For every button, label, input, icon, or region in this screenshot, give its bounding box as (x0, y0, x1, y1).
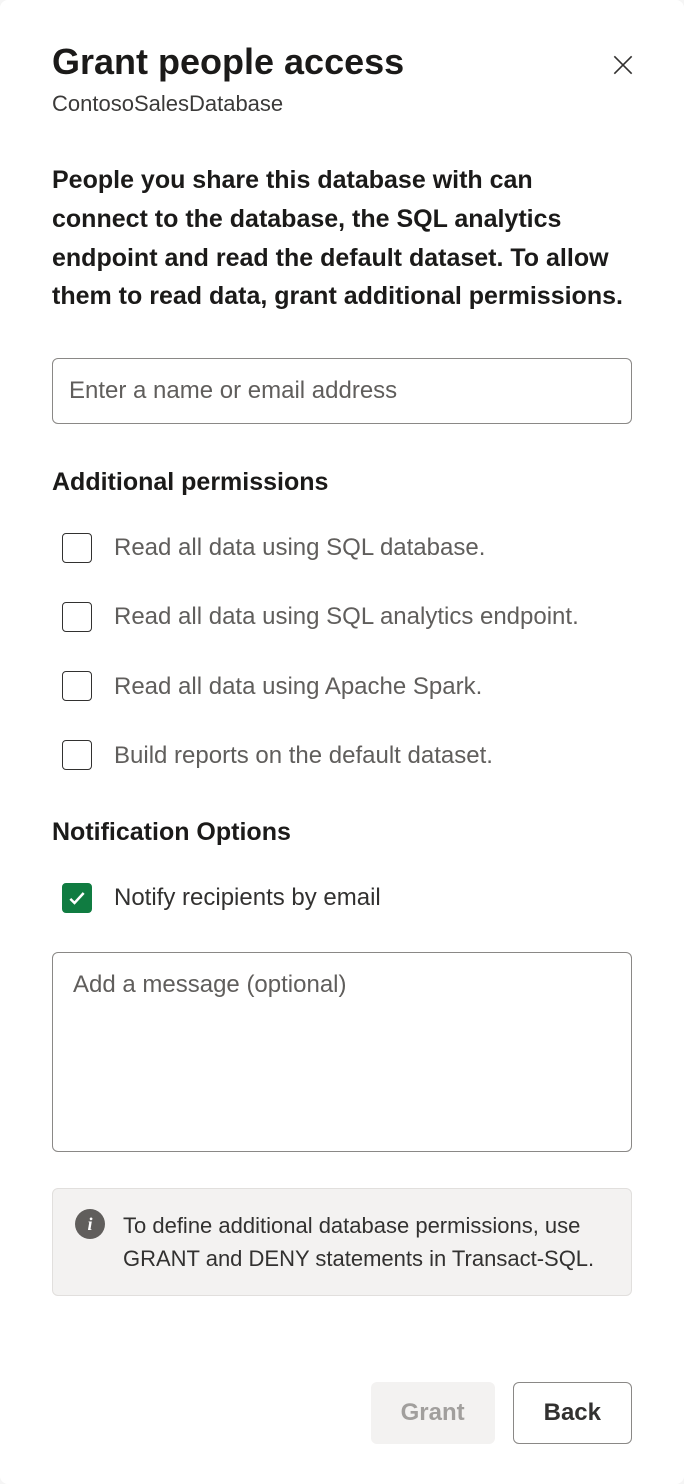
checkbox-icon (62, 602, 92, 632)
permission-item-apache-spark[interactable]: Read all data using Apache Spark. (52, 668, 632, 705)
dialog-subtitle: ContosoSalesDatabase (52, 91, 404, 117)
back-button[interactable]: Back (513, 1382, 632, 1444)
permission-item-sql-database[interactable]: Read all data using SQL database. (52, 529, 632, 566)
checkbox-label: Notify recipients by email (114, 879, 381, 916)
close-icon (610, 52, 636, 78)
checkmark-icon (67, 888, 87, 908)
permissions-heading: Additional permissions (52, 468, 632, 497)
checkbox-label: Read all data using SQL analytics endpoi… (114, 598, 579, 635)
close-button[interactable] (606, 48, 640, 85)
dialog-title: Grant people access (52, 40, 404, 83)
dialog-header: Grant people access ContosoSalesDatabase (52, 40, 632, 117)
permission-item-sql-analytics[interactable]: Read all data using SQL analytics endpoi… (52, 598, 632, 635)
message-textarea[interactable] (52, 952, 632, 1152)
notify-recipients-checkbox[interactable]: Notify recipients by email (52, 879, 632, 916)
grant-button[interactable]: Grant (371, 1382, 495, 1444)
checkbox-icon (62, 740, 92, 770)
checkbox-checked-icon (62, 883, 92, 913)
info-box: i To define additional database permissi… (52, 1188, 632, 1296)
name-email-input[interactable] (52, 358, 632, 424)
notification-heading: Notification Options (52, 818, 632, 847)
notification-options: Notify recipients by email (52, 879, 632, 916)
title-block: Grant people access ContosoSalesDatabase (52, 40, 404, 117)
checkbox-label: Build reports on the default dataset. (114, 737, 493, 774)
dialog-footer: Grant Back (52, 1342, 632, 1444)
permission-item-build-reports[interactable]: Build reports on the default dataset. (52, 737, 632, 774)
dialog-description: People you share this database with can … (52, 161, 632, 316)
grant-access-dialog: Grant people access ContosoSalesDatabase… (0, 0, 684, 1484)
checkbox-icon (62, 671, 92, 701)
permissions-list: Read all data using SQL database. Read a… (52, 529, 632, 774)
info-text: To define additional database permission… (123, 1209, 609, 1275)
info-icon: i (75, 1209, 105, 1239)
checkbox-icon (62, 533, 92, 563)
checkbox-label: Read all data using Apache Spark. (114, 668, 482, 705)
checkbox-label: Read all data using SQL database. (114, 529, 485, 566)
